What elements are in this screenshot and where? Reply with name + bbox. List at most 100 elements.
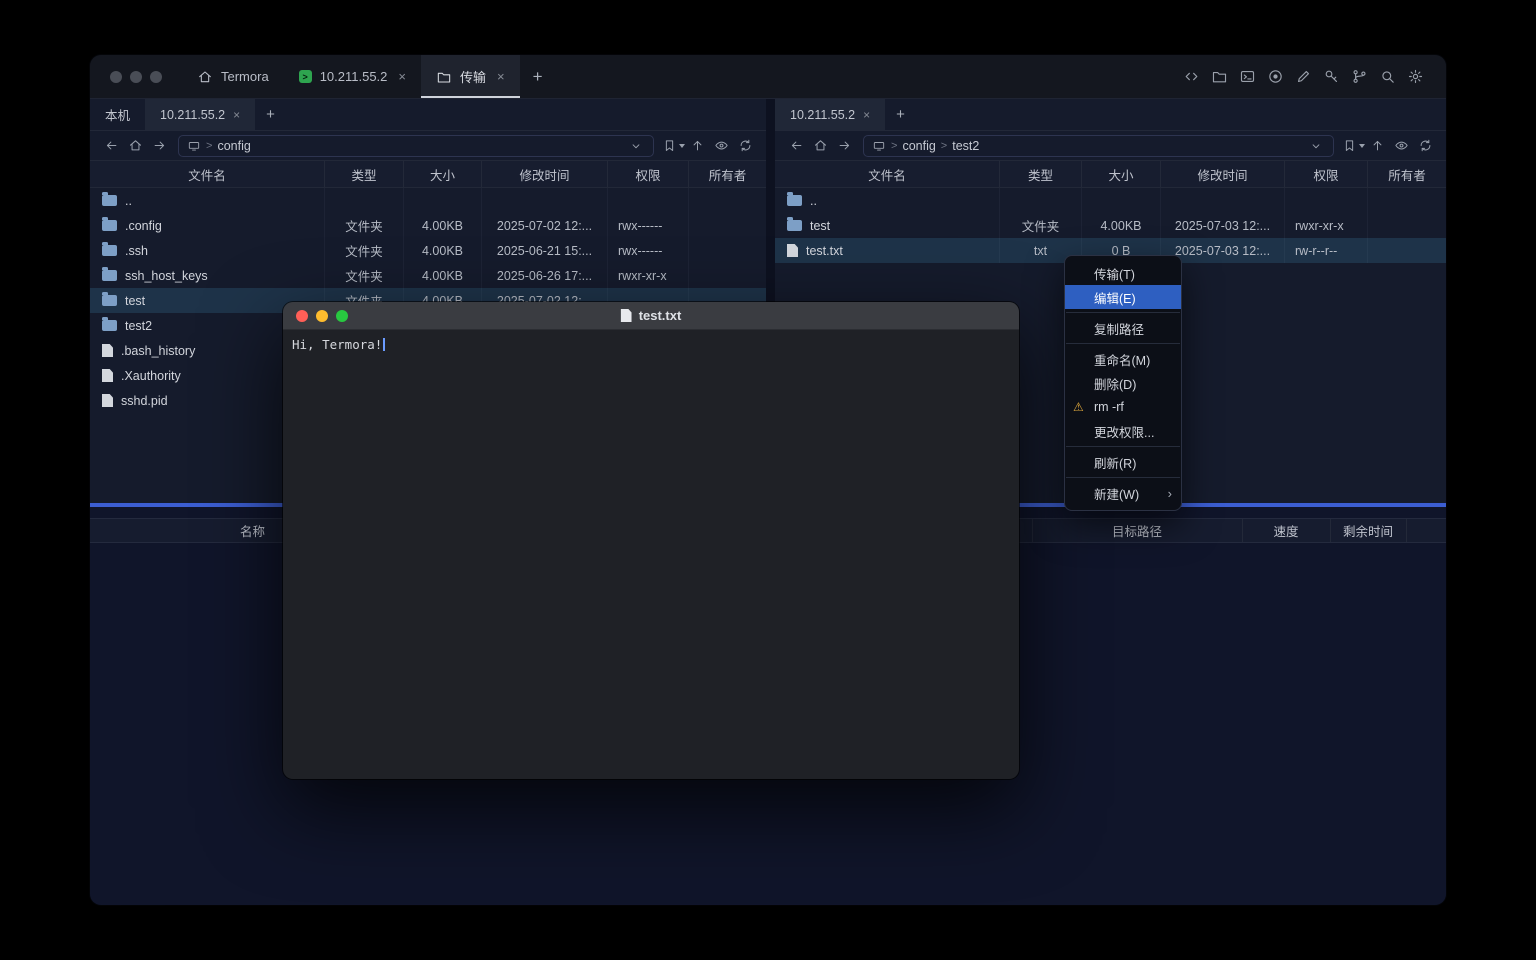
minimize-button[interactable] (316, 310, 328, 322)
file-modified-cell: 2025-07-02 12:... (482, 213, 608, 238)
left-bookmark-button[interactable] (661, 135, 685, 157)
file-row-test[interactable]: test文件夹4.00KB2025-07-03 12:...rwxr-xr-x (775, 213, 1446, 238)
maximize-button[interactable] (336, 310, 348, 322)
close-button[interactable] (296, 310, 308, 322)
column-header-modified[interactable]: 修改时间 (1161, 161, 1285, 187)
file-row-.config[interactable]: .config文件夹4.00KB2025-07-02 12:...rwx----… (90, 213, 766, 238)
transfer-column-header-target-path[interactable]: 目标路径 (1032, 519, 1242, 542)
close-tab-icon[interactable]: × (863, 108, 870, 122)
left-refresh-button[interactable] (733, 135, 757, 157)
close-button[interactable] (110, 71, 122, 83)
record-icon[interactable] (1267, 68, 1284, 85)
left-path-bar[interactable]: >config (178, 135, 654, 157)
tab-label: 10.211.55.2 (790, 108, 855, 122)
transfer-column-header-remaining-time[interactable]: 剩余时间 (1330, 519, 1406, 542)
right-tab-0[interactable]: 10.211.55.2 × (775, 99, 885, 130)
right-back-button[interactable] (784, 135, 808, 157)
editor-content[interactable]: Hi, Termora! (283, 330, 1019, 359)
column-header-owner[interactable]: 所有者 (689, 161, 766, 187)
arrow-left-icon (789, 138, 804, 153)
console-icon[interactable] (1239, 68, 1256, 85)
column-header-permissions[interactable]: 权限 (1285, 161, 1368, 187)
left-home-button[interactable] (123, 135, 147, 157)
file-name: ssh_host_keys (125, 269, 208, 283)
file-type-cell: 文件夹 (1000, 213, 1082, 238)
folder-icon[interactable] (1211, 68, 1228, 85)
right-path-dropdown-button[interactable] (1307, 135, 1325, 157)
column-divider (1330, 519, 1331, 542)
menu-item-rm-rf[interactable]: ⚠rm -rf (1065, 395, 1181, 419)
left-parent-dir-button[interactable] (685, 135, 709, 157)
computer-icon (187, 139, 201, 153)
left-forward-button[interactable] (147, 135, 171, 157)
file-permissions-cell: rwxr-xr-x (1285, 213, 1368, 238)
close-tab-icon[interactable]: × (233, 108, 240, 122)
close-tab-icon[interactable]: × (497, 69, 505, 84)
folder-icon (102, 270, 117, 281)
left-tab-1[interactable]: 10.211.55.2× (145, 99, 255, 130)
right-show-hidden-button[interactable] (1389, 135, 1413, 157)
path-segment[interactable]: test2 (952, 139, 979, 153)
settings-icon[interactable] (1407, 68, 1424, 85)
path-segment[interactable]: config (217, 139, 250, 153)
search-icon[interactable] (1379, 68, 1396, 85)
new-tab-button[interactable]: + (520, 55, 556, 98)
minimize-button[interactable] (130, 71, 142, 83)
menu-item-change-permissions[interactable]: 更改权限... (1065, 419, 1181, 443)
branch-icon[interactable] (1351, 68, 1368, 85)
column-header-type[interactable]: 类型 (1000, 161, 1082, 187)
menu-separator (1066, 477, 1180, 478)
file-permissions-cell: rw-r--r-- (1285, 238, 1368, 263)
file-permissions-cell (608, 188, 689, 213)
file-row-ssh_host_keys[interactable]: ssh_host_keys文件夹4.00KB2025-06-26 17:...r… (90, 263, 766, 288)
right-home-button[interactable] (808, 135, 832, 157)
column-header-size[interactable]: 大小 (404, 161, 482, 187)
column-header-modified[interactable]: 修改时间 (482, 161, 608, 187)
editor-title: test.txt (621, 308, 682, 323)
file-type-cell: 文件夹 (325, 238, 404, 263)
menu-item-label: 传输(T) (1094, 264, 1135, 283)
edit-icon[interactable] (1295, 68, 1312, 85)
column-header-type[interactable]: 类型 (325, 161, 404, 187)
chevron-down-icon (629, 139, 643, 153)
menu-item-edit[interactable]: 编辑(E) (1065, 285, 1181, 309)
left-tab-0[interactable]: 本机 (90, 99, 145, 130)
file-row-..[interactable]: .. (775, 188, 1446, 213)
left-path-dropdown-button[interactable] (627, 135, 645, 157)
menu-item-delete[interactable]: 删除(D) (1065, 371, 1181, 395)
left-back-button[interactable] (99, 135, 123, 157)
right-refresh-button[interactable] (1413, 135, 1437, 157)
code-icon[interactable] (1183, 68, 1200, 85)
column-header-name[interactable]: 文件名 (775, 161, 1000, 187)
file-row-..[interactable]: .. (90, 188, 766, 213)
path-segment[interactable]: config (902, 139, 935, 153)
maximize-button[interactable] (150, 71, 162, 83)
right-path-bar[interactable]: >config>test2 (863, 135, 1334, 157)
transfer-column-header-speed[interactable]: 速度 (1242, 519, 1330, 542)
arrow-up-icon (1370, 138, 1385, 153)
right-bookmark-button[interactable] (1341, 135, 1365, 157)
column-header-permissions[interactable]: 权限 (608, 161, 689, 187)
app-tab-1[interactable]: >10.211.55.2× (284, 55, 421, 98)
key-icon[interactable] (1323, 68, 1340, 85)
column-header-size[interactable]: 大小 (1082, 161, 1161, 187)
file-row-.ssh[interactable]: .ssh文件夹4.00KB2025-06-21 15:...rwx------ (90, 238, 766, 263)
home-icon (813, 138, 828, 153)
menu-item-refresh[interactable]: 刷新(R) (1065, 450, 1181, 474)
left-new-tab-button[interactable]: + (255, 99, 286, 130)
right-new-tab-button[interactable]: + (885, 99, 916, 130)
menu-item-new[interactable]: 新建(W)› (1065, 481, 1181, 505)
left-show-hidden-button[interactable] (709, 135, 733, 157)
menu-item-transfer[interactable]: 传输(T) (1065, 261, 1181, 285)
column-header-name[interactable]: 文件名 (90, 161, 325, 187)
menu-item-copy-path[interactable]: 复制路径 (1065, 316, 1181, 340)
right-parent-dir-button[interactable] (1365, 135, 1389, 157)
app-tab-2[interactable]: 传输× (421, 55, 520, 98)
app-tab-0[interactable]: Termora (182, 55, 284, 98)
file-modified-cell: 2025-07-03 12:... (1161, 213, 1285, 238)
menu-item-rename[interactable]: 重命名(M) (1065, 347, 1181, 371)
right-forward-button[interactable] (832, 135, 856, 157)
close-tab-icon[interactable]: × (398, 69, 406, 84)
column-header-owner[interactable]: 所有者 (1368, 161, 1446, 187)
file-modified-cell (1161, 188, 1285, 213)
